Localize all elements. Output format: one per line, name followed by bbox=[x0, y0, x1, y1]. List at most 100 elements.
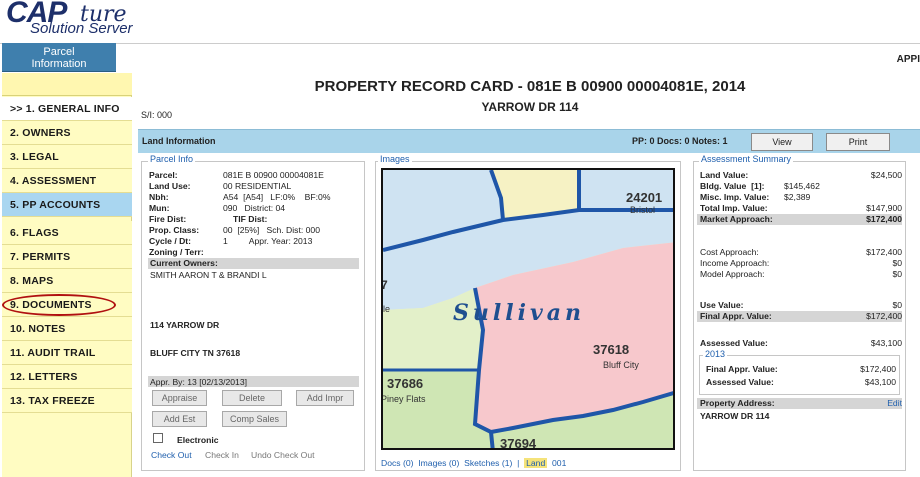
sidebar-item-1[interactable]: >> 1. GENERAL INFO bbox=[2, 97, 132, 121]
nbh-label: Nbh: bbox=[149, 192, 169, 202]
images-title: Images bbox=[378, 154, 412, 164]
cycle-label: Cycle / Dt: bbox=[149, 236, 192, 246]
model-approach-label: Model Approach: bbox=[700, 269, 765, 279]
model-approach-value: $0 bbox=[892, 269, 902, 279]
final-appr-value: $172,400 bbox=[866, 311, 902, 321]
top-right-label[interactable]: APPI bbox=[897, 54, 920, 65]
year-final-appr-value: $172,400 bbox=[860, 364, 896, 374]
map-border-6 bbox=[489, 431, 495, 448]
map-label-ile: ile bbox=[381, 304, 391, 314]
bldg-value-label: Bldg. Value [1]: bbox=[700, 181, 765, 191]
land-value: $24,500 bbox=[870, 170, 902, 180]
misc-imp-label: Misc. Imp. Value: bbox=[700, 192, 770, 202]
cost-approach-label: Cost Approach: bbox=[700, 247, 759, 257]
electronic-checkbox[interactable] bbox=[153, 433, 163, 443]
print-button[interactable]: Print bbox=[826, 133, 890, 151]
sidebar-item-5[interactable]: 5. PP ACCOUNTS bbox=[2, 193, 132, 217]
prop-class-label: Prop. Class: bbox=[149, 225, 200, 235]
land-number: 001 bbox=[547, 458, 567, 468]
delete-button[interactable]: Delete bbox=[222, 390, 282, 406]
electronic-label: Electronic bbox=[177, 435, 219, 445]
sidebar-item-3[interactable]: 3. LEGAL bbox=[2, 145, 132, 169]
sidebar-item-10[interactable]: 10. NOTES bbox=[2, 317, 132, 341]
property-address-value: YARROW DR 114 bbox=[700, 411, 770, 421]
tab-line2: Information bbox=[31, 58, 87, 70]
appraise-button[interactable]: Appraise bbox=[152, 390, 207, 406]
misc-imp-value: $2,389 bbox=[784, 192, 811, 202]
land-value-label: Land Value: bbox=[700, 170, 749, 180]
final-appr-label: Final Appr. Value: bbox=[700, 311, 772, 321]
year-assessed-value: $43,100 bbox=[864, 377, 896, 387]
documents-highlight-circle bbox=[2, 294, 116, 316]
map-label-bluff-city: Bluff City bbox=[603, 360, 639, 370]
record-counts: PP: 0 Docs: 0 Notes: 1 bbox=[632, 136, 728, 146]
undo-check-out-link[interactable]: Undo Check Out bbox=[251, 450, 315, 460]
page-title: PROPERTY RECORD CARD - 081E B 00900 0000… bbox=[314, 78, 746, 95]
assessment-summary-title: Assessment Summary bbox=[699, 154, 794, 164]
nbh-value: A54 [A54] LF:0% BF:0% bbox=[223, 192, 331, 202]
income-approach-label: Income Approach: bbox=[700, 258, 770, 268]
tif-dist-label: TIF Dist: bbox=[233, 214, 268, 224]
top-bar bbox=[0, 43, 920, 72]
mun-label: Mun: bbox=[149, 203, 170, 213]
map-label-37686: 37686 bbox=[387, 376, 424, 391]
cycle-value: 1 Appr. Year: 2013 bbox=[223, 236, 313, 246]
zoning-label: Zoning / Terr: bbox=[149, 247, 204, 257]
fire-dist-label: Fire Dist: bbox=[149, 214, 187, 224]
sidebar-item-4[interactable]: 4. ASSESSMENT bbox=[2, 169, 132, 193]
year-assessed-label: Assessed Value: bbox=[706, 377, 774, 387]
year-box bbox=[699, 355, 900, 395]
assessed-value-label: Assessed Value: bbox=[700, 338, 768, 348]
use-value: $0 bbox=[892, 300, 902, 310]
land-link[interactable]: Land bbox=[524, 458, 548, 468]
map-label-24201: 24201 bbox=[626, 190, 663, 205]
use-value-label: Use Value: bbox=[700, 300, 744, 310]
property-address-heading: YARROW DR 114 bbox=[481, 100, 579, 114]
check-in-link[interactable]: Check In bbox=[205, 450, 239, 460]
sidebar-item-11[interactable]: 11. AUDIT TRAIL bbox=[2, 341, 132, 365]
parcel-value: 081E B 00900 00004081E bbox=[223, 170, 324, 180]
market-approach-value: $172,400 bbox=[866, 214, 902, 224]
land-information-bar: Land Information PP: 0 Docs: 0 Notes: 1 … bbox=[138, 129, 920, 153]
landuse-label: Land Use: bbox=[149, 181, 191, 191]
assessed-value: $43,100 bbox=[870, 338, 902, 348]
sidebar-item-13[interactable]: 13. TAX FREEZE bbox=[2, 389, 132, 413]
sidebar-item-12[interactable]: 12. LETTERS bbox=[2, 365, 132, 389]
year-final-appr-label: Final Appr. Value: bbox=[706, 364, 778, 374]
add-impr-button[interactable]: Add Impr bbox=[296, 390, 354, 406]
sidebar-item-7[interactable]: 7. PERMITS bbox=[2, 245, 132, 269]
property-map[interactable]: 24201 Bristol 7 ile Sullivan 37618 Bluff… bbox=[381, 168, 675, 450]
income-approach-value: $0 bbox=[892, 258, 902, 268]
sidebar-item-8[interactable]: 8. MAPS bbox=[2, 269, 132, 293]
land-information-label: Land Information bbox=[142, 136, 216, 146]
edit-address-link[interactable]: Edit bbox=[887, 398, 902, 408]
add-est-button[interactable]: Add Est bbox=[152, 411, 207, 427]
total-imp-value: $147,900 bbox=[866, 203, 902, 213]
total-imp-label: Total Imp. Value: bbox=[700, 203, 768, 213]
parcel-info-title: Parcel Info bbox=[148, 154, 196, 164]
image-links-bar: Docs (0) Images (0) Sketches (1) | Land … bbox=[381, 458, 566, 468]
map-label-piney-flats: Piney Flats bbox=[381, 394, 426, 404]
docs-images-sketches-links[interactable]: Docs (0) Images (0) Sketches (1) | bbox=[381, 458, 524, 468]
cost-approach-value: $172,400 bbox=[866, 247, 902, 257]
comp-sales-button[interactable]: Comp Sales bbox=[222, 411, 287, 427]
bldg-value: $145,462 bbox=[784, 181, 820, 191]
year-label: 2013 bbox=[703, 349, 728, 359]
view-button[interactable]: View bbox=[751, 133, 813, 151]
market-approach-label: Market Approach: bbox=[700, 214, 773, 224]
tab-parcel-information[interactable]: Parcel Information bbox=[2, 43, 116, 72]
logo-subtitle: Solution Server bbox=[30, 20, 133, 37]
owner-name: SMITH AARON T & BRANDI L bbox=[150, 270, 267, 280]
map-label-7: 7 bbox=[381, 278, 388, 292]
owner-street: 114 YARROW DR bbox=[150, 320, 220, 330]
sidebar-item-6[interactable]: 6. FLAGS bbox=[2, 221, 132, 245]
mun-value: 090 District: 04 bbox=[223, 203, 286, 213]
parcel-label: Parcel: bbox=[149, 170, 178, 180]
current-owners-label: Current Owners: bbox=[150, 258, 218, 268]
check-out-link[interactable]: Check Out bbox=[151, 450, 192, 460]
sidebar-item-2[interactable]: 2. OWNERS bbox=[2, 121, 132, 145]
captures-logo: CAP ture Solution Server bbox=[6, 0, 226, 38]
map-label-bristol: Bristol bbox=[630, 205, 656, 215]
sidebar-header bbox=[2, 73, 132, 96]
owner-city: BLUFF CITY TN 37618 bbox=[150, 348, 241, 358]
